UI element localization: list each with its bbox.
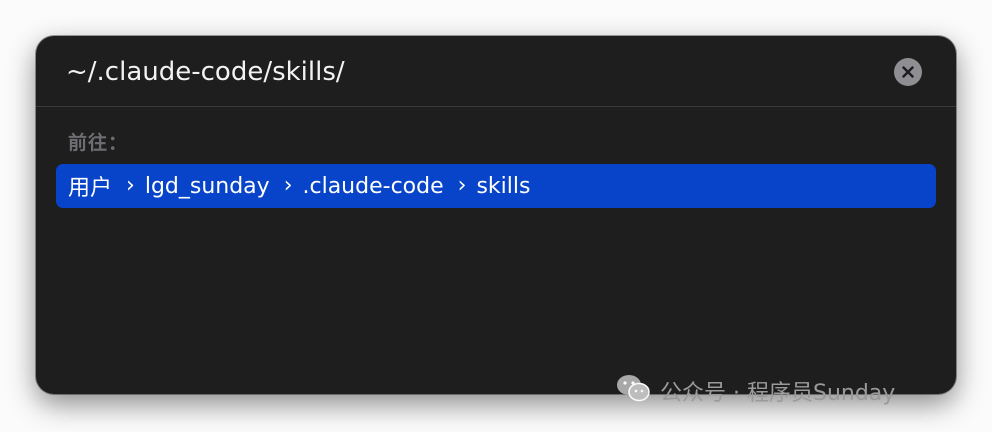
goto-label: 前往： bbox=[68, 132, 129, 154]
breadcrumb-claude-code: .claude-code bbox=[302, 173, 444, 199]
path-input[interactable] bbox=[66, 52, 886, 92]
chevron-right-icon: › bbox=[283, 172, 293, 198]
path-bar bbox=[36, 36, 956, 107]
path-suggestion-row[interactable]: 用户 › lgd_sunday › .claude-code › skills bbox=[56, 164, 936, 208]
go-to-folder-dialog: 前往： 用户 › lgd_sunday › .claude-code › ski… bbox=[36, 36, 956, 394]
chevron-right-icon: › bbox=[126, 172, 135, 198]
breadcrumb-home-folder: lgd_sunday bbox=[144, 173, 270, 199]
watermark: 公众号 · 程序员Sunday bbox=[616, 374, 895, 408]
watermark-text: 公众号 · 程序员Sunday bbox=[660, 381, 896, 406]
wechat-icon bbox=[616, 374, 650, 408]
close-icon bbox=[902, 66, 914, 78]
screen: 前往： 用户 › lgd_sunday › .claude-code › ski… bbox=[0, 0, 992, 432]
clear-button[interactable] bbox=[894, 58, 922, 86]
chevron-right-icon: › bbox=[457, 172, 467, 198]
breadcrumb-skills: skills bbox=[476, 173, 531, 199]
breadcrumb-users: 用户 bbox=[68, 176, 113, 201]
